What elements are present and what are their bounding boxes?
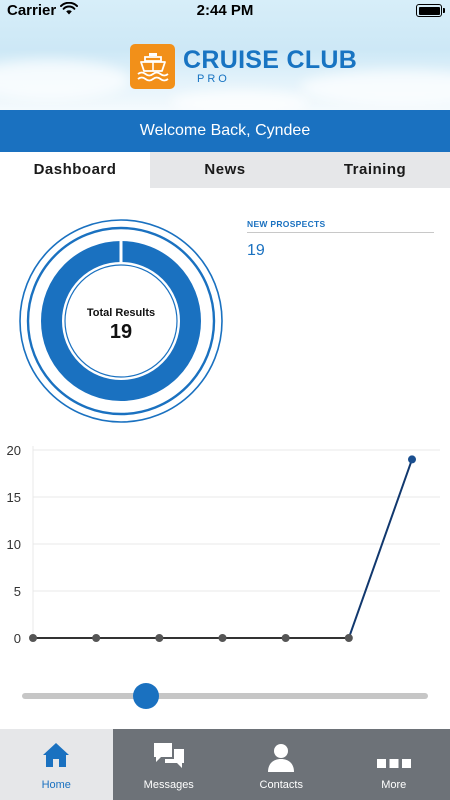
data-point — [155, 634, 164, 642]
data-point — [29, 634, 37, 642]
y-tick-label: 20 — [7, 443, 21, 458]
welcome-banner: Welcome Back, Cyndee — [0, 110, 450, 152]
slider-thumb[interactable] — [132, 683, 159, 709]
contacts-icon — [265, 741, 297, 778]
nav-home[interactable]: Home — [0, 729, 113, 800]
messages-icon — [152, 741, 186, 776]
bottom-nav: Home Messages Contacts More — [0, 729, 450, 800]
nav-more-label: More — [381, 779, 407, 791]
logo-subtitle: PRO — [197, 73, 230, 85]
nav-home-label: Home — [41, 779, 71, 791]
results-line-chart: 0 5 10 15 20 — [7, 443, 440, 646]
status-bar: Carrier 2:44 PM — [0, 0, 450, 22]
y-tick-label: 10 — [7, 537, 21, 552]
more-icon — [376, 756, 411, 774]
y-tick-label: 15 — [7, 490, 21, 505]
tab-news[interactable]: News — [150, 152, 300, 188]
tab-bar: Dashboard News Training — [0, 152, 450, 188]
data-point — [344, 634, 353, 642]
nav-more[interactable]: More — [338, 729, 450, 800]
nav-contacts[interactable]: Contacts — [225, 729, 338, 800]
status-time: 2:44 PM — [196, 2, 254, 19]
tab-training[interactable]: Training — [300, 152, 450, 188]
range-slider[interactable] — [22, 683, 428, 709]
battery-icon — [416, 4, 445, 17]
logo-title: CRUISE CLUB — [183, 46, 358, 74]
y-tick-label: 0 — [14, 631, 21, 646]
tab-dashboard[interactable]: Dashboard — [0, 152, 150, 188]
nav-messages-label: Messages — [143, 779, 194, 791]
y-tick-label: 5 — [14, 584, 21, 599]
home-icon — [41, 741, 71, 774]
new-prospects-value: 19 — [247, 242, 265, 259]
data-point — [281, 634, 290, 642]
slider-track[interactable] — [22, 693, 428, 699]
cruise-ship-icon — [130, 44, 175, 89]
total-results-value: 19 — [109, 321, 133, 343]
divider — [247, 232, 434, 233]
data-point — [218, 634, 227, 642]
nav-messages[interactable]: Messages — [113, 729, 226, 800]
nav-contacts-label: Contacts — [259, 779, 303, 791]
total-results-label: Total Results — [86, 307, 156, 319]
data-point — [92, 634, 101, 642]
new-prospects-label: NEW PROSPECTS — [247, 219, 326, 229]
series-line-segment — [347, 459, 413, 639]
app-logo: CRUISE CLUB PRO — [130, 44, 357, 89]
data-point — [408, 455, 416, 464]
